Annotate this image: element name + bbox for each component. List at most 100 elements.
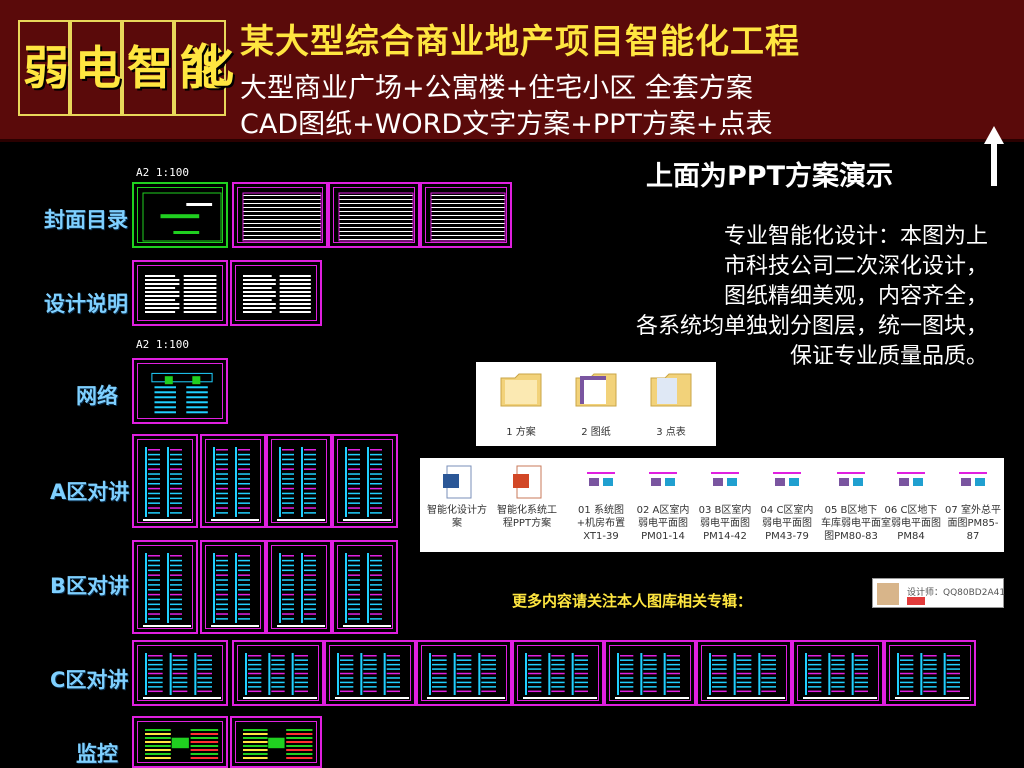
cad-sheet-cover[interactable]: [132, 182, 228, 248]
cad-sheet-table[interactable]: [420, 182, 512, 248]
cad-drawing: [143, 653, 221, 699]
cad-sheet-wide[interactable]: [232, 640, 324, 706]
designer-card[interactable]: 设计师：QQ80BD2A41: [872, 578, 1005, 608]
cad-sheet-wide[interactable]: [512, 640, 604, 706]
cad-sheet-riser[interactable]: [266, 434, 332, 528]
file-label: 智能化系统工程PPT方案: [497, 505, 557, 529]
file-label: 01 系统图+机房布置XT1-39: [576, 505, 626, 542]
folder-icon: [575, 373, 617, 407]
category-label-zone-b: B区对讲: [50, 574, 130, 598]
cad-drawing: [211, 447, 259, 521]
file-label: 03 B区室内弱电平面图PM14-42: [698, 505, 752, 542]
cad-sheet-wide[interactable]: [416, 640, 512, 706]
folder-panel: 1 方案 2 图纸 3 点表: [476, 362, 716, 446]
description-line: 专业智能化设计：本图为上: [723, 224, 988, 249]
cad-drawing: [615, 653, 689, 699]
cad-sheet-wide[interactable]: [604, 640, 696, 706]
file-item[interactable]: 02 A区室内弱电平面图PM01-14: [632, 464, 694, 550]
cad-sheet-wide[interactable]: [792, 640, 884, 706]
logo-char: 化: [188, 39, 234, 93]
description-block: 专业智能化设计：本图为上 市科技公司二次深化设计， 图纸精细美观，内容齐全， 各…: [636, 222, 988, 372]
cad-drawing: [335, 653, 409, 699]
logo-cell: 智: [122, 20, 174, 116]
cad-drawing: [211, 553, 259, 627]
folder-label: 1 方案: [506, 427, 536, 438]
file-item[interactable]: 04 C区室内弱电平面图PM43-79: [756, 464, 818, 550]
cad-sheet-net[interactable]: [132, 358, 228, 424]
cad-sheet-wide[interactable]: [132, 640, 228, 706]
cad-drawing: [277, 553, 325, 627]
up-arrow-icon: [984, 126, 1004, 186]
logo-char: 弱: [23, 41, 69, 95]
cad-drawing: [707, 653, 785, 699]
cad-drawing: [427, 653, 505, 699]
cad-sheet-riser[interactable]: [332, 434, 398, 528]
cad-drawing: [243, 729, 313, 759]
folder-icon: [500, 373, 542, 407]
cad-sheet-cctv[interactable]: [132, 716, 228, 768]
cad-sheet-table[interactable]: [232, 182, 328, 248]
logo-char: 智: [127, 41, 173, 95]
cad-sheet-wide[interactable]: [324, 640, 416, 706]
cad-drawing: [343, 553, 391, 627]
header-banner: 弱 电 智 能 化 某大型综合商业地产项目智能化工程 大型商业广场+公寓楼+住宅…: [0, 0, 1024, 142]
file-item[interactable]: 07 室外总平面图PM85-87: [942, 464, 1004, 550]
category-label-network: 网络: [76, 384, 118, 408]
cad-sheet-riser[interactable]: [266, 540, 332, 634]
cad-drawing: [338, 192, 414, 242]
folder-item[interactable]: 3 点表: [636, 370, 706, 442]
category-label-cover: 封面目录: [44, 208, 128, 232]
status-badge: [907, 597, 925, 605]
folder-icon: [650, 373, 692, 407]
cad-sheet-table[interactable]: [328, 182, 420, 248]
cad-sheet-text[interactable]: [230, 260, 322, 326]
cad-sheet-riser[interactable]: [332, 540, 398, 634]
logo-cell: 弱: [18, 20, 70, 116]
cad-sheet-riser[interactable]: [200, 540, 266, 634]
cad-drawing: [803, 653, 877, 699]
cad-drawing: [151, 372, 213, 414]
file-label: 05 B区地下车库弱电平面图PM80-83: [821, 505, 881, 542]
file-item[interactable]: 01 系统图+机房布置XT1-39: [570, 464, 632, 550]
cad-thumbnail-icon: [893, 468, 929, 490]
folder-item[interactable]: 1 方案: [486, 370, 556, 442]
cad-sheet-riser[interactable]: [200, 434, 266, 528]
file-item[interactable]: 智能化设计方案: [426, 464, 488, 550]
logo-char: 电: [75, 41, 121, 95]
ppt-doc-icon: [513, 465, 542, 499]
file-label: 07 室外总平面图PM85-87: [945, 505, 1001, 542]
file-panel: 智能化设计方案 智能化系统工程PPT方案 01 系统图+机房布置XT1-39 02 A…: [420, 458, 1004, 552]
category-label-zone-c: C区对讲: [50, 668, 129, 692]
cad-drawing: [242, 192, 322, 242]
ppt-note: 上面为PPT方案演示: [646, 161, 893, 192]
file-item[interactable]: 06 C区地下室弱电平面图PM84: [880, 464, 942, 550]
file-item[interactable]: 智能化系统工程PPT方案: [496, 464, 558, 550]
cad-drawing: [523, 653, 597, 699]
cad-thumbnail-icon: [645, 468, 681, 490]
file-label: 智能化设计方案: [427, 505, 487, 529]
category-label-design-notes: 设计说明: [44, 292, 128, 316]
cad-sheet-wide[interactable]: [884, 640, 976, 706]
category-label-zone-a: A区对讲: [50, 480, 130, 504]
description-line: 图纸精细美观，内容齐全，: [723, 284, 988, 309]
cad-thumbnail-icon: [583, 468, 619, 490]
file-label: 04 C区室内弱电平面图PM43-79: [760, 505, 814, 542]
cad-sheet-riser[interactable]: [132, 540, 198, 634]
cad-sheet-wide[interactable]: [696, 640, 792, 706]
cad-drawing: [277, 447, 325, 521]
category-label-cctv: 监控: [76, 742, 118, 766]
cad-sheet-riser[interactable]: [132, 434, 198, 528]
cad-drawing: [343, 447, 391, 521]
cad-drawing: [895, 653, 969, 699]
page-subtitle-2: CAD图纸+WORD文字方案+PPT方案+点表: [240, 109, 773, 140]
cad-drawing: [145, 729, 219, 759]
folder-item[interactable]: 2 图纸: [561, 370, 631, 442]
cad-thumbnail-icon: [955, 468, 991, 490]
cad-drawing: [243, 275, 311, 313]
more-content-note: 更多内容请关注本人图库相关专辑：: [512, 592, 753, 610]
file-item[interactable]: 03 B区室内弱电平面图PM14-42: [694, 464, 756, 550]
cad-sheet-cctv[interactable]: [230, 716, 322, 768]
file-item[interactable]: 05 B区地下车库弱电平面图PM80-83: [820, 464, 882, 550]
word-doc-icon: [443, 465, 472, 499]
cad-sheet-text[interactable]: [132, 260, 228, 326]
